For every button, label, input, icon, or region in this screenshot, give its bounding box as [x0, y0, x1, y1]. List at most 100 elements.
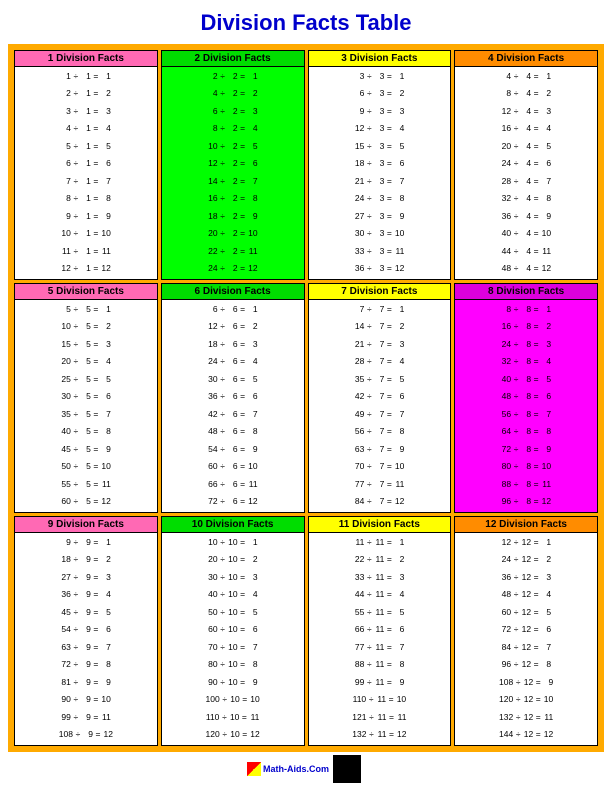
fact-row: 8÷4=2	[455, 89, 597, 99]
fact-row: 10÷2=5	[162, 142, 304, 152]
fact-row: 22÷2=11	[162, 247, 304, 257]
fact-row: 54÷6=9	[162, 445, 304, 455]
fact-row: 72÷12=6	[455, 625, 597, 635]
site-name: Math-Aids.Com	[263, 764, 329, 774]
fact-row: 6÷6=1	[162, 305, 304, 315]
fact-row: 50÷5=10	[15, 462, 157, 472]
fact-row: 33÷3=11	[309, 247, 451, 257]
fact-row: 3÷1=3	[15, 107, 157, 117]
fact-row: 70÷10=7	[162, 643, 304, 653]
fact-row: 63÷9=7	[15, 643, 157, 653]
section-5: 5 Division Facts5÷5=110÷5=215÷5=320÷5=42…	[14, 283, 158, 513]
fact-row: 14÷2=7	[162, 177, 304, 187]
section-body-12: 12÷12=124÷12=236÷12=348÷12=460÷12=572÷12…	[455, 533, 597, 745]
fact-row: 40÷8=5	[455, 375, 597, 385]
fact-row: 9÷3=3	[309, 107, 451, 117]
fact-row: 88÷11=8	[309, 660, 451, 670]
table-container: 1 Division Facts1÷1=12÷1=23÷1=34÷1=45÷1=…	[8, 44, 604, 752]
fact-row: 4÷1=4	[15, 124, 157, 134]
fact-row: 55÷5=11	[15, 480, 157, 490]
fact-row: 66÷6=11	[162, 480, 304, 490]
section-header-7: 7 Division Facts	[309, 284, 451, 300]
section-row-1: 1 Division Facts1÷1=12÷1=23÷1=34÷1=45÷1=…	[14, 50, 598, 280]
fact-row: 36÷3=12	[309, 264, 451, 274]
fact-row: 99÷11=9	[309, 678, 451, 688]
fact-row: 80÷8=10	[455, 462, 597, 472]
fact-row: 3÷3=1	[309, 72, 451, 82]
fact-row: 64÷8=8	[455, 427, 597, 437]
fact-row: 48÷4=12	[455, 264, 597, 274]
fact-row: 72÷6=12	[162, 497, 304, 507]
page-title: Division Facts Table	[200, 10, 411, 36]
fact-row: 30÷3=10	[309, 229, 451, 239]
fact-row: 11÷11=1	[309, 538, 451, 548]
fact-row: 66÷11=6	[309, 625, 451, 635]
section-body-2: 2÷2=14÷2=26÷2=38÷2=410÷2=512÷2=614÷2=716…	[162, 67, 304, 279]
fact-row: 96÷8=12	[455, 497, 597, 507]
fact-row: 16÷4=4	[455, 124, 597, 134]
fact-row: 110÷11=10	[309, 695, 451, 705]
section-2: 2 Division Facts2÷2=14÷2=26÷2=38÷2=410÷2…	[161, 50, 305, 280]
section-3: 3 Division Facts3÷3=16÷3=29÷3=312÷3=415÷…	[308, 50, 452, 280]
section-body-11: 11÷11=122÷11=233÷11=344÷11=455÷11=566÷11…	[309, 533, 451, 745]
fact-row: 144÷12=12	[455, 730, 597, 740]
fact-row: 7÷1=7	[15, 177, 157, 187]
fact-row: 90÷10=9	[162, 678, 304, 688]
section-header-11: 11 Division Facts	[309, 517, 451, 533]
logo-icon	[247, 762, 261, 776]
section-body-7: 7÷7=114÷7=221÷7=328÷7=435÷7=542÷7=649÷7=…	[309, 300, 451, 512]
fact-row: 22÷11=2	[309, 555, 451, 565]
fact-row: 108÷9=12	[15, 730, 157, 740]
section-row-2: 5 Division Facts5÷5=110÷5=215÷5=320÷5=42…	[14, 283, 598, 513]
section-body-9: 9÷9=118÷9=227÷9=336÷9=445÷9=554÷9=663÷9=…	[15, 533, 157, 745]
fact-row: 24÷3=8	[309, 194, 451, 204]
fact-row: 4÷4=1	[455, 72, 597, 82]
fact-row: 60÷12=5	[455, 608, 597, 618]
fact-row: 45÷9=5	[15, 608, 157, 618]
fact-row: 10÷1=10	[15, 229, 157, 239]
fact-row: 33÷11=3	[309, 573, 451, 583]
fact-row: 120÷10=12	[162, 730, 304, 740]
section-11: 11 Division Facts 11÷11=1 22÷11=2 33÷11=3 44…	[308, 516, 452, 746]
fact-row: 15÷5=3	[15, 340, 157, 350]
qr-code	[333, 755, 361, 783]
fact-row: 28÷4=7	[455, 177, 597, 187]
section-body-4: 4÷4=18÷4=212÷4=316÷4=420÷4=524÷4=628÷4=7…	[455, 67, 597, 279]
fact-row: 110÷10=11	[162, 713, 304, 723]
site-logo: Math-Aids.Com	[247, 762, 329, 776]
fact-row: 60÷10=6	[162, 625, 304, 635]
fact-row: 35÷7=5	[309, 375, 451, 385]
fact-row: 21÷7=3	[309, 340, 451, 350]
fact-row: 132÷12=11	[455, 713, 597, 723]
fact-row: 18÷2=9	[162, 212, 304, 222]
section-9: 9 Division Facts9÷9=118÷9=227÷9=336÷9=44…	[14, 516, 158, 746]
fact-row: 99÷9=11	[15, 713, 157, 723]
fact-row: 9÷9=1	[15, 538, 157, 548]
fact-row: 12÷4=3	[455, 107, 597, 117]
section-header-3: 3 Division Facts	[309, 51, 451, 67]
fact-row: 60÷6=10	[162, 462, 304, 472]
fact-row: 18÷6=3	[162, 340, 304, 350]
fact-row: 80÷10=8	[162, 660, 304, 670]
fact-row: 5÷1=5	[15, 142, 157, 152]
fact-row: 84÷12=7	[455, 643, 597, 653]
fact-row: 108÷12=9	[455, 678, 597, 688]
fact-row: 21÷3=7	[309, 177, 451, 187]
fact-row: 42÷7=6	[309, 392, 451, 402]
fact-row: 44÷11=4	[309, 590, 451, 600]
fact-row: 63÷7=9	[309, 445, 451, 455]
section-7: 7 Division Facts7÷7=114÷7=221÷7=328÷7=43…	[308, 283, 452, 513]
fact-row: 48÷6=8	[162, 427, 304, 437]
fact-row: 36÷4=9	[455, 212, 597, 222]
fact-row: 8÷1=8	[15, 194, 157, 204]
fact-row: 11÷1=11	[15, 247, 157, 257]
section-4: 4 Division Facts4÷4=18÷4=212÷4=316÷4=420…	[454, 50, 598, 280]
section-header-12: 12 Division Facts	[455, 517, 597, 533]
fact-row: 14÷7=2	[309, 322, 451, 332]
section-header-2: 2 Division Facts	[162, 51, 304, 67]
fact-row: 30÷6=5	[162, 375, 304, 385]
fact-row: 6÷3=2	[309, 89, 451, 99]
fact-row: 32÷4=8	[455, 194, 597, 204]
fact-row: 8÷2=4	[162, 124, 304, 134]
footer: Math-Aids.Com	[247, 752, 365, 784]
